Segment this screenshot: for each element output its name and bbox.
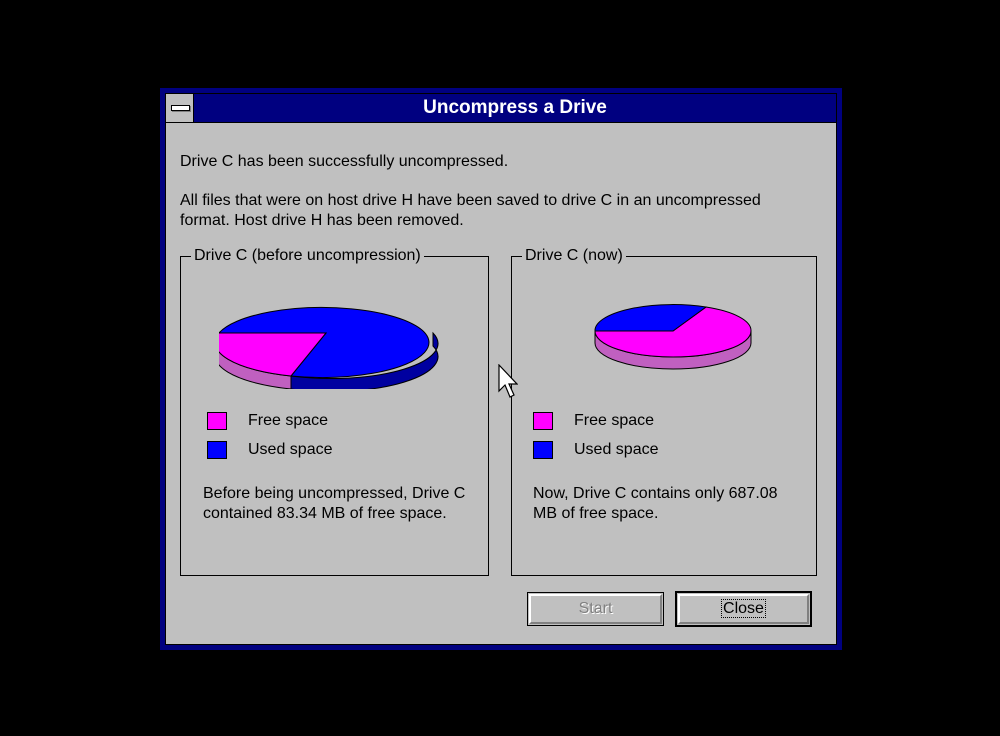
mouse-cursor-icon [498,364,518,398]
now-desc-line1: Now, Drive C contains only 687.08 [533,485,778,502]
pie-now [594,304,752,370]
legend-before-free: Free space [207,411,407,431]
legend-before-used: Used space [207,440,407,460]
used-swatch [533,441,553,459]
now-desc-line2: MB of free space. [533,505,659,522]
title-bar[interactable]: Uncompress a Drive [166,94,836,123]
legend-now-used: Used space [533,440,733,460]
free-swatch [207,412,227,430]
info-message-line1: All files that were on host drive H have… [180,192,761,209]
free-swatch [533,412,553,430]
legend-now-free: Free space [533,411,733,431]
close-button[interactable]: Close [675,591,812,627]
group-now-label: Drive C (now) [522,246,626,266]
start-button[interactable]: Start [527,592,664,626]
group-now: Drive C (now) Free space Used space Now,… [511,246,817,576]
used-swatch [207,441,227,459]
group-before-label: Drive C (before uncompression) [191,246,424,266]
success-message: Drive C has been successfully uncompress… [180,153,509,170]
system-menu-icon [171,105,190,111]
before-desc-line1: Before being uncompressed, Drive C [203,485,466,502]
dialog-title: Uncompress a Drive [423,97,607,118]
group-before: Drive C (before uncompression) Free spac… [180,246,489,576]
pie-before [219,307,439,389]
system-menu-button[interactable] [166,94,194,122]
info-message-line2: format. Host drive H has been removed. [180,212,464,229]
before-desc-line2: contained 83.34 MB of free space. [203,505,447,522]
